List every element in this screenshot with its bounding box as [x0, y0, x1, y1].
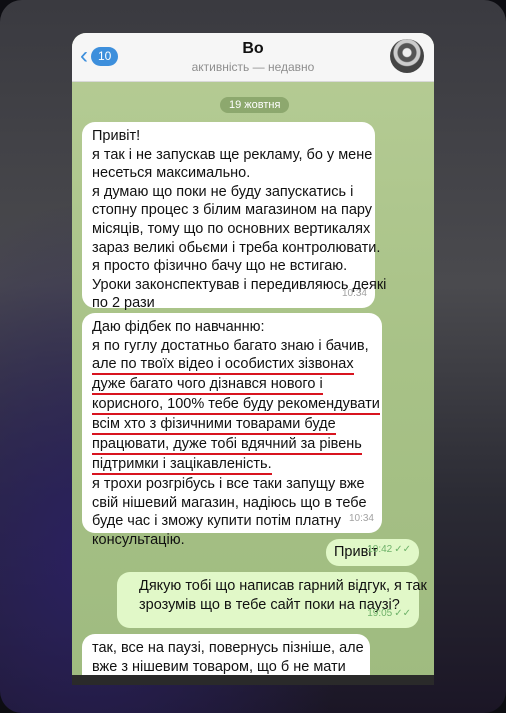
screenshot-frame: ‹ 10 Во активність — недавно 19 жовтня П…	[0, 0, 506, 713]
message-line: я думаю що поки не буду запускатись і	[92, 183, 354, 200]
underlined-line: корисного, 100% тебе буду рекомендувати	[92, 396, 380, 416]
underlined-line: всім хто з фізичними товарами буде	[92, 416, 336, 436]
message-bubble-outgoing[interactable]: Привіт 10:42 ✓✓	[326, 539, 419, 566]
message-bubble[interactable]: Даю фідбек по навчанню: я по гуглу доста…	[82, 313, 382, 548]
read-checkmarks-icon: ✓✓	[394, 608, 411, 620]
chat-header: ‹ 10 Во активність — недавно	[72, 33, 434, 82]
message-line: я так і не запускав ще рекламу, бо у мен…	[92, 146, 373, 163]
message-line: Уроки законспектував і передивляюсь деяк…	[92, 276, 387, 293]
message-line: стопну процес з білим магазином на пару	[92, 202, 373, 219]
message-line: Даю фідбек по навчанню:	[92, 319, 265, 335]
message-time: 19:05	[367, 608, 393, 620]
message-line: Привіт!	[92, 128, 141, 144]
underlined-line: дуже багато чого дізнався нового і	[92, 376, 323, 396]
message-line: зараз великі обьєми і треба контролювати…	[92, 239, 381, 256]
message-time: 10:34	[341, 288, 367, 300]
message-bubble[interactable]: Привіт! я так і не запускав ще рекламу, …	[82, 122, 387, 311]
message-line: місяців, тому що по основних вертикалях	[92, 220, 371, 237]
chat-title[interactable]: Во	[72, 40, 434, 58]
message-line: так, все на паузі, повернусь пізніше, ал…	[92, 640, 364, 656]
chat-status: активність — недавно	[191, 60, 315, 74]
underlined-line: але по твоїх відео і особистих зізвонах	[92, 356, 354, 376]
date-divider: 19 жовтня	[220, 97, 290, 113]
underlined-line: підтримки і зацікавленість.	[92, 456, 272, 476]
message-line: я по гуглу достатньо багато знаю і бачив…	[92, 337, 369, 354]
message-line: несеться максимально.	[92, 165, 251, 182]
message-line: буде час і зможу купити потім платну	[92, 513, 342, 530]
message-line: Дякую тобі що написав гарний відгук, я т…	[139, 578, 427, 594]
message-line: я трохи розгрібусь і все таки запущу вже	[92, 476, 365, 493]
message-line: я просто фізично бачу що не встигаю.	[92, 258, 348, 275]
read-checkmarks-icon: ✓✓	[394, 544, 411, 556]
bottom-edge	[72, 675, 434, 685]
message-line: вже з нішевим товаром, що б не мати	[92, 658, 346, 675]
chat-screen: ‹ 10 Во активність — недавно 19 жовтня П…	[72, 33, 434, 683]
message-line: свій нішевий магазин, надіюсь що в тебе	[92, 494, 367, 511]
message-time: 10:34	[348, 513, 374, 525]
underlined-line: працювати, дуже тобі вдячний за рівень	[92, 436, 362, 456]
message-line: по 2 рази	[92, 295, 155, 312]
avatar[interactable]	[390, 39, 424, 73]
message-time: 10:42	[367, 544, 393, 556]
message-bubble-outgoing[interactable]: Дякую тобі що написав гарний відгук, я т…	[117, 572, 427, 628]
